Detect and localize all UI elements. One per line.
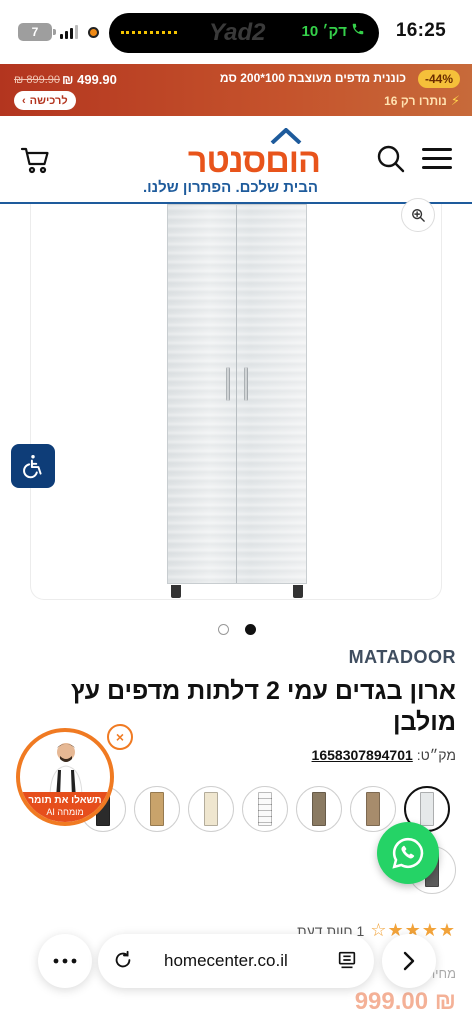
stock-text: נותרו רק 16: [384, 94, 447, 108]
promo-price: ₪ 499.90: [62, 72, 117, 87]
accessibility-button[interactable]: [11, 444, 55, 488]
discount-badge: -44%: [417, 70, 460, 88]
sku-value[interactable]: 1658307894701: [312, 747, 413, 763]
zoom-icon[interactable]: [401, 198, 435, 232]
logo-wordmark: הוםסנטר: [187, 142, 321, 180]
whatsapp-icon: [392, 837, 424, 869]
product-title: ארון בגדים עמי 2 דלתות מדפים עץ מולבן: [70, 677, 456, 736]
site-logo[interactable]: הוםסנטר הבית שלכם. הפתרון שלנו.: [143, 128, 321, 198]
call-timer-text: 10 דק׳: [301, 22, 347, 40]
site-header: הוםסנטר הבית שלכם. הפתרון שלנו.: [0, 116, 472, 204]
gallery-dot-active[interactable]: [245, 624, 256, 635]
wardrobe-leg: [171, 585, 181, 598]
search-icon[interactable]: [376, 144, 406, 174]
ai-expert-title: תשאלו את תומר: [28, 795, 102, 806]
reload-icon[interactable]: [112, 949, 134, 971]
product-image: [167, 204, 307, 598]
status-bar: 7 Yad2 10 דק׳ 16:25: [0, 0, 472, 64]
wardrobe-handle-right: [244, 367, 248, 401]
recording-indicator: [88, 27, 99, 38]
swatch-walnut[interactable]: [350, 786, 396, 832]
stock-indicator: ⚡ נותרו רק 16: [384, 93, 460, 109]
close-icon[interactable]: ×: [107, 724, 133, 750]
ai-expert-label: תשאלו את תומר מומחה AI: [20, 792, 110, 822]
address-bar[interactable]: homecenter.co.il: [98, 934, 374, 988]
reader-mode-icon[interactable]: [336, 949, 358, 971]
product-gallery[interactable]: [30, 198, 442, 600]
swatch-cream[interactable]: [188, 786, 234, 832]
gallery-dot[interactable]: [218, 624, 229, 635]
promo-buy-label: לרכישה: [29, 94, 68, 107]
ai-expert-bubble[interactable]: תשאלו את תומר מומחה AI: [16, 728, 114, 826]
menu-icon[interactable]: [422, 148, 452, 170]
wardrobe-body: [167, 204, 307, 584]
swatch-oak-grey[interactable]: [296, 786, 342, 832]
waveform-icon: [121, 31, 177, 34]
wardrobe-leg: [293, 585, 303, 598]
phone-icon: [351, 22, 365, 40]
logo-tagline: הבית שלכם. הפתרון שלנו.: [142, 179, 318, 196]
promo-title: כוננית מדפים מעוצבת 100*200 סמ: [219, 71, 406, 85]
call-timer: 10 דק׳: [302, 22, 365, 40]
clock: 16:25: [395, 20, 446, 41]
gallery-pagination: [218, 624, 256, 635]
wheelchair-icon: [23, 455, 42, 479]
product-brand[interactable]: MATADOOR: [349, 647, 456, 668]
island-watermark: Yad2: [209, 19, 266, 46]
promo-buy-button[interactable]: ‹ לרכישה: [14, 91, 76, 110]
product-sku: מק״ט: 1658307894701: [312, 747, 456, 763]
product-price: 999.00 ₪: [354, 988, 456, 1015]
sku-label: מק״ט:: [416, 747, 456, 763]
bolt-icon: ⚡: [450, 93, 460, 108]
swatch-light-oak[interactable]: [134, 786, 180, 832]
product-page: 7 Yad2 10 דק׳ 16:25 -44% כוננית מדפים מע…: [0, 0, 472, 1024]
wardrobe-handle-left: [226, 367, 230, 401]
dynamic-island[interactable]: Yad2 10 דק׳: [109, 13, 379, 53]
ai-expert-subtitle: מומחה AI: [46, 807, 84, 817]
swatch-white-shelves[interactable]: [242, 786, 288, 832]
chevron-left-icon: ‹: [22, 94, 26, 107]
whatsapp-button[interactable]: [377, 822, 439, 884]
signal-icon: [60, 24, 78, 39]
promo-banner[interactable]: -44% כוננית מדפים מעוצבת 100*200 סמ ⚡ נו…: [0, 64, 472, 116]
promo-old-price: ₪ 899.90: [14, 74, 61, 86]
expert-avatar: [49, 743, 83, 798]
url-text: homecenter.co.il: [164, 951, 288, 970]
chevron-right-icon[interactable]: [382, 934, 436, 988]
cart-icon[interactable]: [20, 144, 52, 176]
battery-icon: 7: [18, 23, 56, 41]
more-icon[interactable]: [38, 934, 92, 988]
